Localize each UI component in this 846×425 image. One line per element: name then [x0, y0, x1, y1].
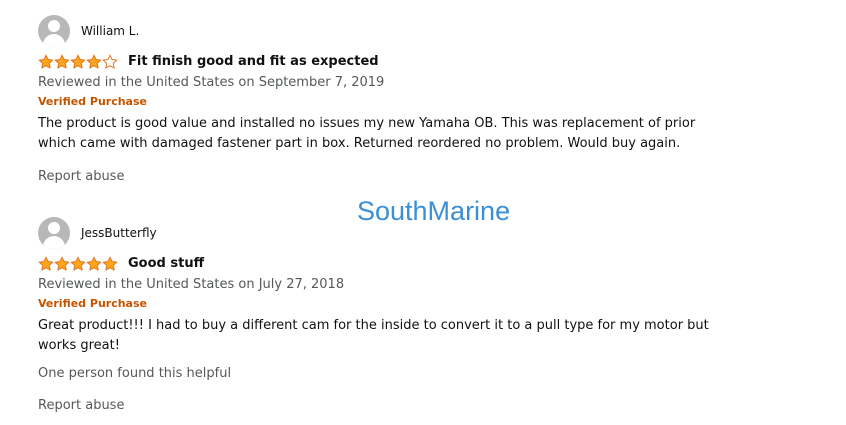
- review-date: Reviewed in the United States on July 27…: [38, 277, 345, 292]
- star-empty-icon: [102, 54, 118, 69]
- review-body: Great product!!! I had to buy a differen…: [38, 318, 709, 353]
- report-abuse-link[interactable]: Report abuse: [38, 396, 758, 415]
- star-rating[interactable]: [38, 256, 118, 272]
- verified-purchase-badge[interactable]: Verified Purchase: [38, 296, 758, 311]
- review: William L. Fit finish good and fit as ex…: [38, 15, 758, 186]
- review-title[interactable]: Fit finish good and fit as expected: [128, 53, 379, 71]
- verified-purchase-badge[interactable]: Verified Purchase: [38, 94, 758, 109]
- reviewer-name[interactable]: JessButterfly: [81, 225, 157, 241]
- helpful-count: One person found this helpful: [38, 366, 232, 381]
- user-avatar-icon: [38, 15, 70, 47]
- review-title[interactable]: Good stuff: [128, 255, 204, 273]
- review: JessButterfly Good stuff Reviewed in the…: [38, 217, 758, 415]
- star-filled-icon: [86, 54, 102, 69]
- review-title-row: Good stuff: [38, 255, 758, 273]
- reviewer-name[interactable]: William L.: [81, 23, 139, 39]
- star-filled-icon: [54, 54, 70, 69]
- star-filled-icon: [70, 256, 86, 271]
- reviewer-profile[interactable]: William L.: [38, 15, 758, 47]
- star-rating[interactable]: [38, 54, 118, 70]
- review-date: Reviewed in the United States on Septemb…: [38, 75, 385, 90]
- star-filled-icon: [54, 256, 70, 271]
- review-title-row: Fit finish good and fit as expected: [38, 53, 758, 71]
- star-filled-icon: [86, 256, 102, 271]
- review-body: The product is good value and installed …: [38, 116, 696, 151]
- user-avatar-icon: [38, 217, 70, 249]
- report-abuse-link[interactable]: Report abuse: [38, 167, 758, 186]
- star-filled-icon: [70, 54, 86, 69]
- star-filled-icon: [102, 256, 118, 271]
- reviewer-profile[interactable]: JessButterfly: [38, 217, 758, 249]
- star-filled-icon: [38, 54, 54, 69]
- star-filled-icon: [38, 256, 54, 271]
